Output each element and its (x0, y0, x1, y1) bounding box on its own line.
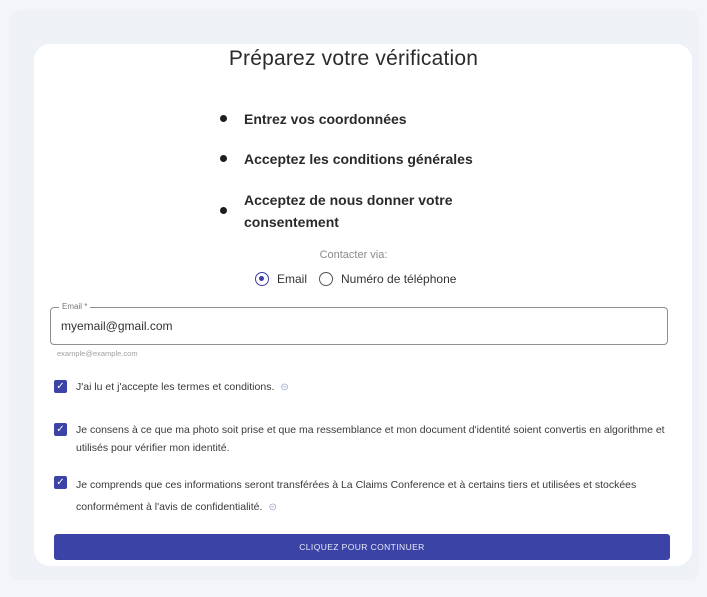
page-title: Préparez votre vérification (228, 47, 479, 70)
consent-terms-text: J'ai lu et j'accepte les termes et condi… (76, 381, 275, 393)
consent-transfer-checkbox[interactable]: ✓ (54, 476, 67, 489)
link-icon[interactable]: ⊝ (268, 497, 276, 519)
contact-via-label: Contacter via: (319, 249, 388, 261)
link-icon[interactable]: ⊝ (280, 379, 288, 397)
bullet-icon (220, 115, 227, 122)
consent-transfer-text: Je comprends que ces informations seront… (76, 479, 637, 513)
radio-phone[interactable] (319, 272, 333, 286)
radio-phone-label[interactable]: Numéro de téléphone (341, 272, 456, 286)
email-helper-text: example@example.com (57, 349, 138, 358)
continue-button[interactable]: CLIQUEZ POUR CONTINUER (54, 534, 670, 560)
consent-terms-text-wrap: J'ai lu et j'accepte les termes et condi… (76, 378, 676, 397)
email-input[interactable] (61, 317, 651, 335)
radio-email-label[interactable]: Email (277, 272, 307, 286)
radio-email[interactable] (255, 272, 269, 286)
step-label: Acceptez les conditions générales (244, 151, 473, 167)
consent-photo-checkbox[interactable]: ✓ (54, 423, 67, 436)
email-field-legend: Email * (59, 301, 91, 313)
consent-terms-checkbox[interactable]: ✓ (54, 380, 67, 393)
consent-transfer-text-wrap: Je comprends que ces informations seront… (76, 474, 676, 519)
email-field: Email * (50, 301, 668, 345)
radio-selected-dot (259, 276, 264, 281)
consent-photo-text: Je consens à ce que ma photo soit prise … (76, 424, 665, 454)
bullet-icon (220, 155, 227, 162)
step-label: Acceptez de nous donner votre consenteme… (244, 192, 453, 230)
bullet-icon (220, 207, 227, 214)
step-label: Entrez vos coordonnées (244, 111, 407, 127)
